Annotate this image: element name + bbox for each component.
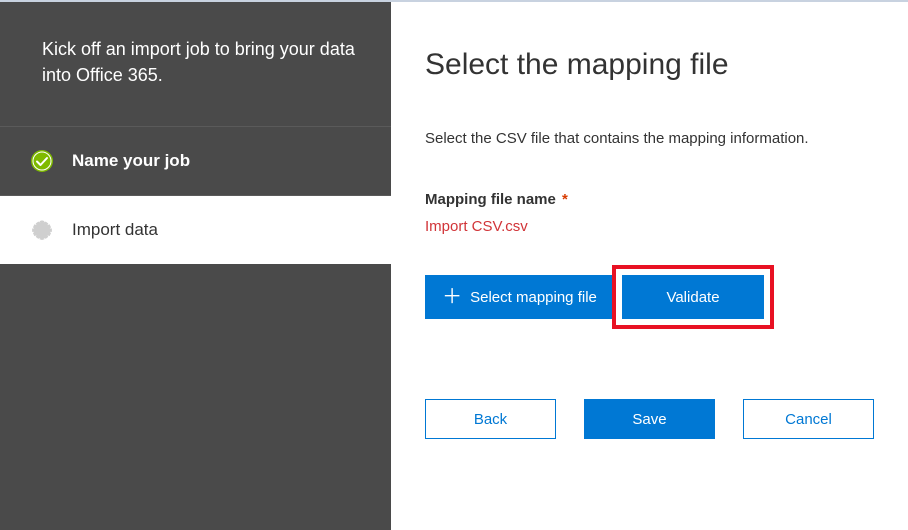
- footer-button-row: Back Save Cancel: [425, 399, 874, 439]
- field-label-text: Mapping file name: [425, 191, 556, 208]
- back-button[interactable]: Back: [425, 399, 556, 439]
- pending-circle-icon: [30, 218, 54, 242]
- wizard-step-import-data[interactable]: Import data: [0, 196, 391, 264]
- validate-highlight-box: Validate: [612, 265, 774, 329]
- main-panel: Select the mapping file Select the CSV f…: [391, 2, 908, 530]
- wizard-step-label: Name your job: [72, 151, 190, 171]
- select-mapping-file-button[interactable]: ＋ Select mapping file: [425, 275, 614, 319]
- mapping-file-label: Mapping file name *: [425, 191, 874, 208]
- wizard-sidebar: Kick off an import job to bring your dat…: [0, 2, 391, 530]
- page-title: Select the mapping file: [425, 48, 874, 82]
- cancel-button[interactable]: Cancel: [743, 399, 874, 439]
- selected-file-name: Import CSV.csv: [425, 218, 874, 235]
- page-description: Select the CSV file that contains the ma…: [425, 130, 874, 147]
- select-file-label: Select mapping file: [470, 289, 597, 306]
- plus-icon: ＋: [442, 287, 462, 307]
- wizard-step-label: Import data: [72, 220, 158, 240]
- required-indicator: *: [562, 191, 568, 208]
- check-circle-icon: [30, 149, 54, 173]
- file-action-row: ＋ Select mapping file Validate: [425, 265, 874, 329]
- wizard-intro-text: Kick off an import job to bring your dat…: [0, 2, 391, 127]
- sidebar-filler: [0, 264, 391, 530]
- save-button[interactable]: Save: [584, 399, 715, 439]
- wizard-step-name-your-job[interactable]: Name your job: [0, 127, 391, 196]
- validate-button[interactable]: Validate: [622, 275, 764, 319]
